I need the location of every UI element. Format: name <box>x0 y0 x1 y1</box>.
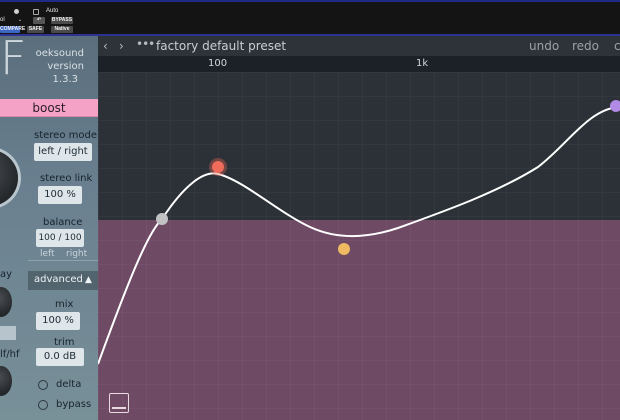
triangle-up-icon: ▲ <box>85 275 92 285</box>
stereo-mode-select[interactable]: left / right <box>34 143 92 161</box>
plot-grid <box>98 72 620 420</box>
freq-tick-100: 100 <box>208 58 228 69</box>
settings-icon[interactable] <box>33 9 39 15</box>
version-label: version <box>47 61 84 72</box>
safe-button[interactable]: SAFE <box>27 26 44 33</box>
undo-button[interactable]: undo <box>529 39 559 53</box>
freq-tick-1k: 1k <box>416 58 429 69</box>
eq-band-node-2[interactable] <box>212 161 224 173</box>
eq-band-node-3[interactable] <box>338 243 350 255</box>
balance-left-label: left <box>40 249 55 259</box>
balance-field[interactable]: 100 / 100 <box>36 229 84 247</box>
native-button[interactable]: Native <box>51 26 73 33</box>
host-bypass-button[interactable]: BYPASS <box>51 17 73 24</box>
plugin-left-panel: F oeksound version 1.3.3 boost stereo mo… <box>0 36 98 420</box>
toolbar-edge-fragment[interactable]: c <box>614 39 620 53</box>
preset-fragment[interactable]: ol <box>0 17 5 24</box>
stereo-mode-label: stereo mode <box>34 130 97 141</box>
eq-graph[interactable] <box>98 72 620 420</box>
delay-value-field[interactable] <box>0 326 16 340</box>
automation-label[interactable]: Auto <box>46 8 58 15</box>
balance-label: balance <box>43 217 83 228</box>
compare-button[interactable]: COMPARE <box>0 26 25 33</box>
delta-label: delta <box>56 379 82 390</box>
delay-label-fragment: ay <box>0 269 13 280</box>
preset-name[interactable]: factory default preset <box>156 39 286 53</box>
host-top-border <box>0 0 620 2</box>
advanced-label: advanced <box>34 274 83 285</box>
brand-name: oeksound <box>35 48 84 59</box>
version-number: 1.3.3 <box>52 74 78 85</box>
delta-radio[interactable] <box>38 380 48 390</box>
eq-band-node-1[interactable] <box>156 213 168 225</box>
lfhf-label-fragment: lf/hf <box>0 349 20 360</box>
redo-button[interactable]: redo <box>572 39 599 53</box>
stereo-link-field[interactable]: 100 % <box>38 186 82 204</box>
bypass-label: bypass <box>56 399 92 410</box>
graph-toggle-icon[interactable] <box>109 393 129 413</box>
trim-label: trim <box>54 337 75 348</box>
preset-toolbar: ‹ › ••• factory default preset undo redo… <box>98 36 620 56</box>
plugin-logo: F <box>0 36 27 85</box>
chevron-right-icon[interactable]: › <box>119 39 124 53</box>
host-title-bar: Auto ol ⌄ ↶ BYPASS COMPARE SAFE Native <box>0 0 620 36</box>
bypass-radio[interactable] <box>38 400 48 410</box>
advanced-toggle[interactable]: advanced ▲ <box>28 271 98 290</box>
stereo-link-label: stereo link <box>40 173 93 184</box>
power-icon[interactable] <box>14 9 19 14</box>
divider <box>28 260 98 261</box>
chevron-left-icon[interactable]: ‹ <box>103 39 108 53</box>
mix-field[interactable]: 100 % <box>36 312 80 330</box>
delay-knob[interactable] <box>0 287 12 317</box>
boost-mode-button[interactable]: boost <box>0 99 98 117</box>
dropdown-caret-icon[interactable]: ⌄ <box>18 17 22 24</box>
ellipsis-icon[interactable]: ••• <box>136 37 155 51</box>
trim-field[interactable]: 0.0 dB <box>36 348 84 366</box>
main-knob[interactable] <box>0 150 18 206</box>
undo-icon-button[interactable]: ↶ <box>33 17 45 24</box>
mix-label: mix <box>55 299 74 310</box>
eq-editor: ‹ › ••• factory default preset undo redo… <box>98 36 620 420</box>
balance-right-label: right <box>66 249 88 259</box>
lfhf-knob[interactable] <box>0 366 12 396</box>
